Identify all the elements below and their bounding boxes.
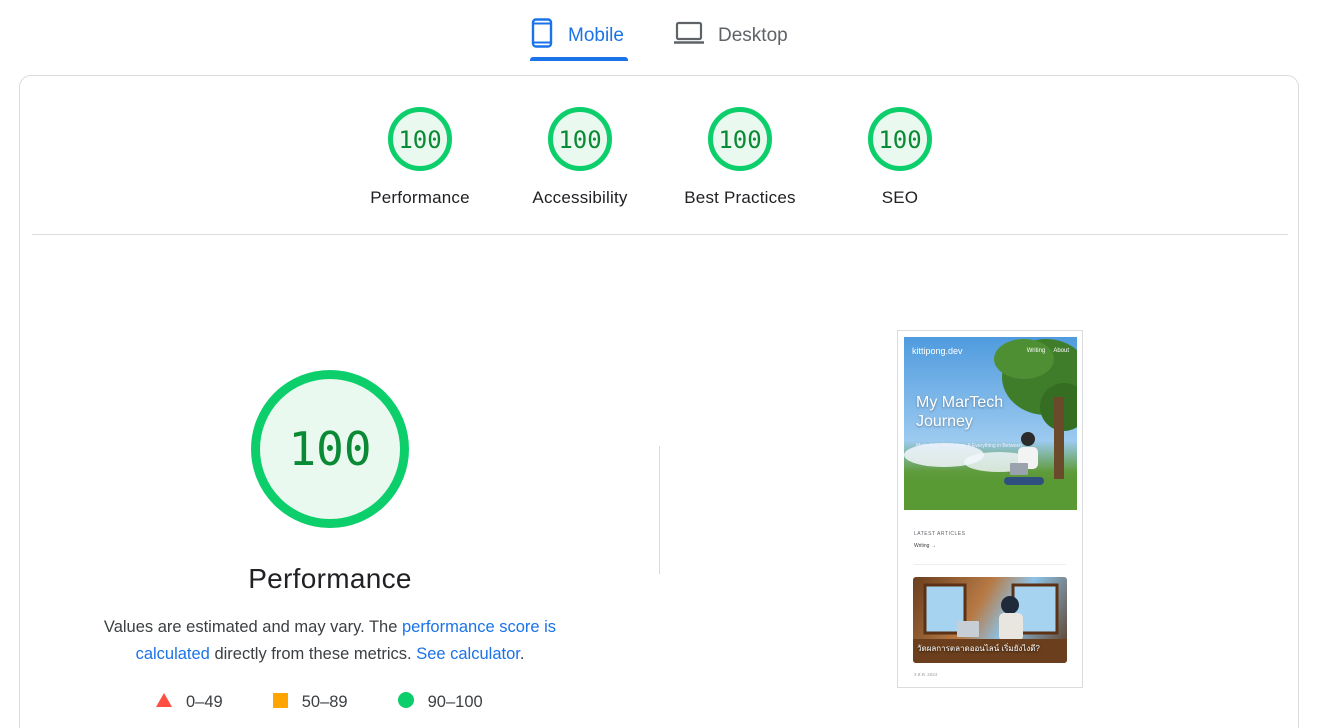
- gauge-accessibility[interactable]: 100 Accessibility: [500, 106, 660, 208]
- gauge-ring: 100: [868, 107, 932, 171]
- report-card: 100 Performance 100 Accessibility 100 Be…: [19, 75, 1299, 728]
- thumb-hero-subtitle: Marketing, Technology & Everything in Be…: [916, 443, 1022, 449]
- performance-score: 100: [288, 422, 371, 476]
- gauge-label: Performance: [370, 188, 470, 207]
- thumb-latest-label: LATEST ARTICLES: [914, 531, 966, 537]
- performance-ring: 100: [251, 370, 409, 528]
- gauge-label: Accessibility: [532, 188, 628, 207]
- gauge-label: SEO: [881, 188, 919, 207]
- triangle-icon: [156, 693, 172, 712]
- see-calculator-link[interactable]: See calculator: [416, 645, 520, 663]
- gauge-ring: 100: [388, 107, 452, 171]
- thumb-article-caption: วัดผลการตลาดออนไลน์ เริ่มยังไงดี?: [917, 644, 1040, 653]
- final-screenshot[interactable]: kittipong.dev Writing About My MarTech J…: [897, 330, 1083, 688]
- gauge-performance[interactable]: 100 Performance: [340, 106, 500, 208]
- score-legend: 0–49 50–89 90–100: [156, 692, 533, 713]
- vertical-divider: [659, 446, 660, 574]
- gauge-score: 100: [398, 126, 441, 154]
- gauge-seo[interactable]: 100 SEO: [820, 106, 980, 208]
- laptop-icon: [674, 21, 704, 51]
- legend-fail: 0–49: [156, 693, 223, 712]
- thumb-hero-title: My MarTech Journey: [916, 394, 1004, 430]
- performance-gauge-large: 100: [249, 368, 411, 535]
- thumb-nav: Writing About: [1027, 348, 1069, 354]
- gauge-best-practices[interactable]: 100 Best Practices: [660, 106, 820, 208]
- screenshot-hero: kittipong.dev Writing About My MarTech J…: [904, 337, 1077, 510]
- performance-description: Values are estimated and may vary. The p…: [80, 614, 580, 668]
- tab-mobile[interactable]: Mobile: [530, 12, 624, 60]
- legend-range: 90–100: [427, 693, 483, 711]
- thumb-article-image: วัดผลการตลาดออนไลน์ เริ่มยังไงดี?: [913, 577, 1067, 663]
- thumb-latest-link: Writing →: [914, 543, 936, 549]
- legend-average: 50–89: [272, 692, 348, 713]
- gauge-score: 100: [558, 126, 601, 154]
- gauge-ring: 100: [548, 107, 612, 171]
- desc-suffix: .: [519, 645, 525, 663]
- gauge-label: Best Practices: [684, 188, 796, 207]
- tab-desktop[interactable]: Desktop: [674, 12, 788, 60]
- thumb-article-date: 3 ส.ค. 2024: [914, 672, 938, 677]
- gauge-score: 100: [718, 126, 761, 154]
- category-gauges: 100 Performance 100 Accessibility 100 Be…: [20, 76, 1298, 234]
- performance-title: Performance: [248, 563, 412, 594]
- thumb-site-name: kittipong.dev: [912, 346, 963, 356]
- gauge-ring: 100: [708, 107, 772, 171]
- desc-prefix: Values are estimated and may vary. The: [103, 618, 402, 636]
- section-divider: [32, 234, 1288, 235]
- tab-desktop-label: Desktop: [718, 25, 788, 46]
- legend-range: 0–49: [186, 693, 223, 711]
- desc-middle: directly from these metrics.: [209, 645, 417, 663]
- circle-icon: [397, 692, 414, 713]
- thumb-nav-item: Writing: [1026, 348, 1046, 354]
- thumb-nav-item: About: [1053, 348, 1069, 354]
- tab-mobile-label: Mobile: [568, 25, 624, 46]
- thumb-separator: [914, 564, 1066, 565]
- gauge-score: 100: [878, 126, 921, 154]
- smartphone-icon: [530, 18, 554, 54]
- legend-pass: 90–100: [397, 692, 483, 713]
- legend-range: 50–89: [301, 693, 348, 711]
- square-icon: [272, 692, 288, 713]
- device-tabs: Mobile Desktop: [0, 0, 1320, 62]
- active-tab-indicator: [530, 57, 628, 61]
